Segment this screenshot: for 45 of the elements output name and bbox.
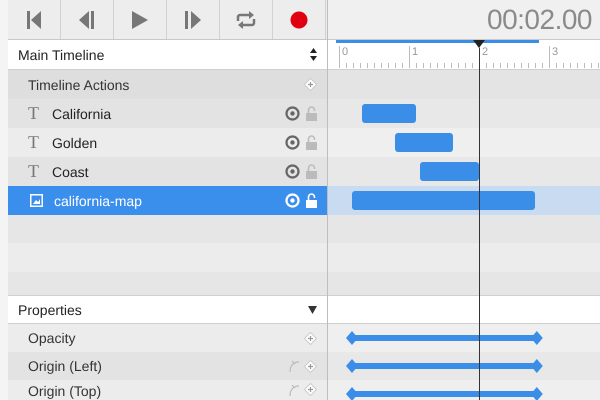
lock-icon[interactable] <box>306 106 317 121</box>
ruler-tick-label: 3 <box>552 46 558 58</box>
eye-icon[interactable] <box>285 135 300 150</box>
property-name: Origin (Left) <box>27 358 102 374</box>
property-name: Origin (Top) <box>27 383 102 399</box>
add-keyframe-icon[interactable] <box>304 360 317 372</box>
keyframe-span[interactable] <box>345 330 544 346</box>
add-keyframe-icon[interactable] <box>304 332 317 344</box>
timeline-actions-label: Timeline Actions <box>27 76 130 92</box>
layer-name: california-map <box>54 192 142 208</box>
layer-row[interactable]: T California <box>8 99 327 128</box>
stepper-arrows-icon[interactable] <box>310 48 317 61</box>
text-layer-icon: T <box>28 161 44 182</box>
step-back-icon <box>79 10 95 28</box>
collapse-triangle-icon[interactable] <box>308 306 317 314</box>
timeline-selector-label: Main Timeline <box>18 46 104 62</box>
layer-name: Golden <box>52 134 98 150</box>
layer-name: California <box>52 106 112 122</box>
text-layer-icon: T <box>28 103 44 124</box>
play-icon <box>132 10 148 28</box>
layer-row[interactable]: T Coast <box>8 157 327 186</box>
text-layer-icon: T <box>28 132 44 153</box>
lock-icon[interactable] <box>306 164 317 179</box>
add-keyframe-icon[interactable] <box>304 383 317 396</box>
ruler-tick-label: 2 <box>482 46 488 58</box>
curve-icon[interactable] <box>288 359 300 373</box>
layer-name: Coast <box>52 164 89 180</box>
loop-icon <box>235 10 257 28</box>
keyframe-span[interactable] <box>345 386 544 400</box>
eye-icon[interactable] <box>285 164 300 179</box>
ruler-tick-label: 0 <box>342 46 348 58</box>
ruler-tick-label: 1 <box>412 46 418 58</box>
image-layer-icon <box>30 194 43 207</box>
timecode-display: 00:02.00 <box>487 4 592 36</box>
eye-icon[interactable] <box>285 106 300 121</box>
lock-icon[interactable] <box>306 193 317 208</box>
keyframe-span[interactable] <box>345 358 544 374</box>
lock-icon[interactable] <box>306 135 317 150</box>
curve-icon[interactable] <box>288 383 300 397</box>
skip-to-start-icon <box>27 10 41 28</box>
step-forward-icon <box>185 10 201 28</box>
record-icon <box>290 10 308 28</box>
add-keyframe-icon[interactable] <box>304 78 317 91</box>
properties-label: Properties <box>18 302 82 318</box>
property-name: Opacity <box>27 330 76 346</box>
